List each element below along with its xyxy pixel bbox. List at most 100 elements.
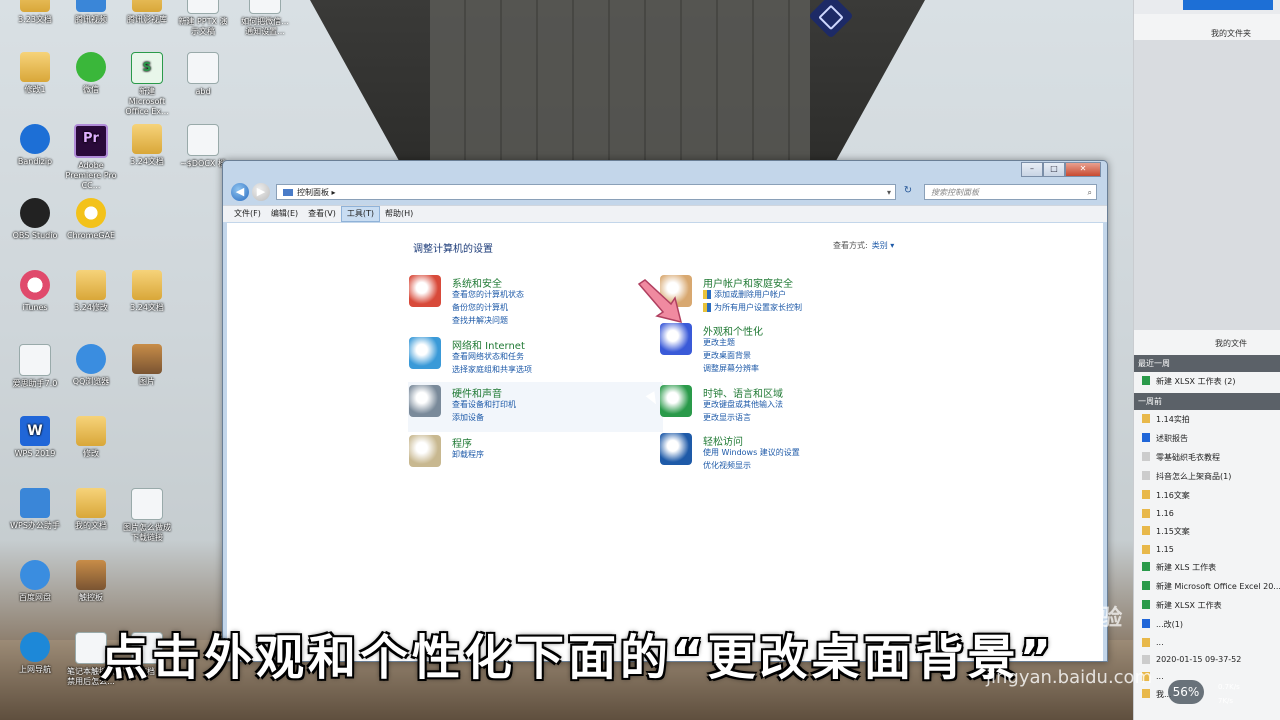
file-list-item[interactable]: 零基础织毛衣教程 [1134, 448, 1280, 467]
desktop-icon[interactable]: 3.24文档 [120, 124, 174, 167]
printer-icon[interactable] [409, 385, 441, 417]
maximize-button[interactable]: □ [1043, 162, 1065, 177]
desktop-icon[interactable]: 我的文档 [64, 488, 118, 531]
refresh-icon[interactable]: ↻ [901, 185, 915, 199]
desktop-icon[interactable]: 腾讯视频 [64, 0, 118, 25]
desktop-icon[interactable]: 修改1 [8, 52, 62, 95]
wallpaper-bridge-deck [430, 0, 810, 160]
desktop-icon[interactable]: iTunes [8, 270, 62, 313]
category-link[interactable]: 优化视频显示 [703, 460, 751, 471]
file-list-item[interactable]: 新建 XLS 工作表 [1134, 558, 1280, 577]
desktop-icon[interactable]: 3.24文档 [120, 270, 174, 313]
file-list-item[interactable]: 1.14实拍 [1134, 410, 1280, 429]
category-link[interactable]: 查找并解决问题 [452, 315, 508, 326]
desktop-icon[interactable]: 上网导航 [8, 632, 62, 675]
menu-file[interactable]: 文件(F) [229, 206, 266, 222]
programs-icon[interactable] [409, 435, 441, 467]
panel-login-button[interactable] [1183, 0, 1273, 10]
desktop-icon[interactable]: 图片 [120, 344, 174, 387]
desktop-icon[interactable]: abd [176, 52, 230, 97]
category-title[interactable]: 系统和安全 [452, 275, 502, 290]
search-input[interactable]: 搜索控制面板 ⌕ [924, 184, 1097, 200]
category-link[interactable]: 更改主题 [703, 337, 735, 348]
category-link[interactable]: 查看网络状态和任务 [452, 351, 524, 362]
desktop-icon[interactable]: 3.24修改 [64, 270, 118, 313]
file-list-item[interactable]: ...改(1) [1134, 615, 1280, 634]
category-link[interactable]: 为所有用户设置家长控制 [703, 302, 802, 313]
minimize-button[interactable]: – [1021, 162, 1043, 177]
view-by-dropdown[interactable]: 类别 ▾ [872, 241, 895, 250]
accessibility-icon[interactable] [660, 433, 692, 465]
category-link[interactable]: 添加或删除用户帐户 [703, 289, 786, 300]
desktop-icon[interactable]: 爱思助手7.0 [8, 344, 62, 389]
desktop-icon-label: QQ浏览器 [72, 377, 110, 386]
category-title[interactable]: 网络和 Internet [452, 337, 525, 352]
globe-clock-icon[interactable] [660, 385, 692, 417]
category-link[interactable]: 使用 Windows 建议的设置 [703, 447, 800, 458]
back-button[interactable]: ◀ [231, 183, 249, 201]
desktop-icon[interactable]: WPS办公助手 [8, 488, 62, 531]
net-speed-badge[interactable]: 56% [1168, 680, 1204, 704]
category-link[interactable]: 添加设备 [452, 412, 484, 423]
category-title[interactable]: 外观和个性化 [703, 323, 763, 338]
menu-view[interactable]: 查看(V) [303, 206, 341, 222]
desktop-icon[interactable]: Bandizip [8, 124, 62, 167]
file-list-item[interactable]: 1.15 [1134, 541, 1280, 558]
category-title[interactable]: 用户帐户和家庭安全 [703, 275, 793, 290]
menu-help[interactable]: 帮助(H) [380, 206, 418, 222]
network-icon[interactable] [409, 337, 441, 369]
file-list-item[interactable]: 新建 Microsoft Office Excel 20... [1134, 577, 1280, 596]
category-link[interactable]: 选择家庭组和共享选项 [452, 364, 532, 375]
desktop-icon[interactable]: 新建 PPTX 演示文稿 [176, 0, 230, 37]
desktop-icon[interactable]: 修改 [64, 416, 118, 459]
file-list-item[interactable]: 新建 XLSX 工作表 (2) [1134, 372, 1280, 391]
desktop-icon[interactable]: 腾讯影视库 [120, 0, 174, 25]
panel-title: 我的文件夹 [1211, 29, 1251, 38]
window-titlebar[interactable]: – □ ✕ [223, 161, 1107, 179]
close-button[interactable]: ✕ [1065, 162, 1101, 177]
desktop-icon[interactable]: ChromeGAE [64, 198, 118, 241]
category-link[interactable]: 调整屏幕分辨率 [703, 363, 759, 374]
file-list-item[interactable]: 2020-01-15 09-37-52 [1134, 651, 1280, 668]
search-icon[interactable]: ⌕ [1088, 185, 1092, 201]
desktop-icon[interactable]: QQ浏览器 [64, 344, 118, 387]
category-link[interactable]: 卸载程序 [452, 449, 484, 460]
desktop-icon[interactable]: 3.23文档 [8, 0, 62, 25]
file-list-item[interactable]: ... [1134, 634, 1280, 651]
forward-button[interactable]: ▶ [252, 183, 270, 201]
category-title[interactable]: 硬件和声音 [452, 385, 502, 400]
category-link[interactable]: 更改键盘或其他输入法 [703, 399, 783, 410]
file-list-item[interactable]: ... [1134, 668, 1280, 685]
category-title[interactable]: 程序 [452, 435, 472, 450]
desktop-icon[interactable]: OBS Studio [8, 198, 62, 241]
category-link[interactable]: 查看设备和打印机 [452, 399, 516, 410]
shield-icon[interactable] [409, 275, 441, 307]
menu-edit[interactable]: 编辑(E) [266, 206, 303, 222]
address-dropdown-icon[interactable]: ▾ [887, 185, 891, 201]
file-list-item[interactable]: 新建 XLSX 工作表 [1134, 596, 1280, 615]
desktop-icon-label: 3.24文档 [130, 303, 164, 312]
desktop-icon[interactable]: W WPS 2019 [8, 416, 62, 459]
category-link[interactable]: 更改桌面背景 [703, 350, 751, 361]
desktop-icon[interactable]: 触控板 [64, 560, 118, 603]
desktop-icon[interactable]: S 新建 Microsoft Office Ex... [120, 52, 174, 117]
desktop-icon[interactable]: 微信 [64, 52, 118, 95]
file-list-item[interactable]: 我... [1134, 685, 1280, 704]
desktop-icon[interactable]: Pr Adobe Premiere Pro CC... [64, 124, 118, 191]
file-list-item[interactable]: 1.16 [1134, 505, 1280, 522]
address-bar[interactable]: 控制面板 ▸ ▾ [276, 184, 896, 200]
desktop-icon[interactable]: 图片怎么做成下载链接 [120, 488, 174, 543]
desktop-icon[interactable]: 百度网盘 [8, 560, 62, 603]
category-title[interactable]: 时钟、语言和区域 [703, 385, 783, 400]
file-list-item[interactable]: 1.16文案 [1134, 486, 1280, 505]
file-list-item[interactable]: 抖音怎么上架商品(1) [1134, 467, 1280, 486]
desktop-icon[interactable]: 如何把微信...通知设置... [238, 0, 292, 37]
category-link[interactable]: 查看您的计算机状态 [452, 289, 524, 300]
file-list-item[interactable]: 1.15文案 [1134, 522, 1280, 541]
category-link[interactable]: 更改显示语言 [703, 412, 751, 423]
file-list-item[interactable]: 述职报告 [1134, 429, 1280, 448]
menu-tools[interactable]: 工具(T) [340, 206, 380, 222]
category-link[interactable]: 备份您的计算机 [452, 302, 508, 313]
category-title[interactable]: 轻松访问 [703, 433, 743, 448]
display-icon[interactable] [660, 323, 692, 355]
